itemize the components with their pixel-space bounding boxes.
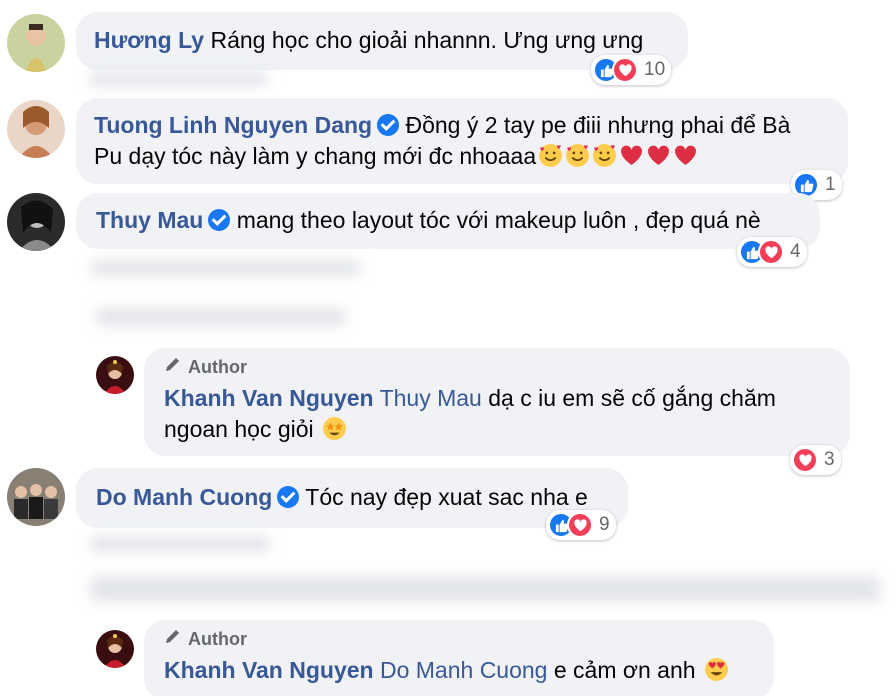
- avatar[interactable]: [7, 193, 65, 251]
- comment-text: mang theo layout tóc với makeup luôn , đ…: [236, 207, 761, 233]
- comment-author[interactable]: Do Manh Cuong: [96, 484, 272, 510]
- avatar[interactable]: [96, 630, 134, 668]
- smiling-face-with-hearts-icon: [538, 143, 563, 168]
- comment-author[interactable]: Thuy Mau: [96, 207, 203, 233]
- love-icon: [567, 512, 593, 538]
- pencil-icon: [164, 355, 182, 379]
- heart-eyes-icon: [704, 657, 729, 682]
- author-badge: Author: [164, 355, 830, 379]
- comment-text: ngoan học giỏi: [164, 416, 314, 442]
- comment-text: Ráng học cho gioải nhannn. Ưng ưng ưng: [210, 27, 644, 53]
- comment-author[interactable]: Khanh Van Nguyen: [164, 385, 374, 411]
- avatar[interactable]: [7, 468, 65, 526]
- comment-bubble: Thuy Mau mang theo layout tóc với makeup…: [76, 193, 820, 249]
- comment-author[interactable]: Tuong Linh Nguyen Dang: [94, 112, 372, 138]
- comment-author[interactable]: Khanh Van Nguyen: [164, 657, 374, 683]
- view-replies-link: [96, 308, 346, 326]
- love-icon: [758, 239, 784, 265]
- mention-link[interactable]: Do Manh Cuong: [380, 657, 548, 683]
- love-icon: [792, 447, 818, 473]
- reaction-count: 9: [599, 514, 610, 535]
- red-heart-icon: [646, 143, 671, 168]
- verified-badge-icon: [208, 209, 231, 231]
- verified-badge-icon: [277, 486, 300, 508]
- reply-bubble: Author Khanh Van Nguyen Do Manh Cuong e …: [144, 620, 774, 696]
- comment-author[interactable]: Hương Ly: [94, 27, 204, 53]
- author-badge: Author: [164, 627, 754, 651]
- hidden-comment: [90, 576, 880, 602]
- comment-text: dạ c iu em sẽ cố gắng chăm: [488, 385, 776, 411]
- reply-bubble: Author Khanh Van Nguyen Thuy Mau dạ c iu…: [144, 348, 850, 456]
- comment-bubble: Tuong Linh Nguyen Dang Đồng ý 2 tay pe đ…: [76, 98, 848, 184]
- red-heart-icon: [673, 143, 698, 168]
- avatar[interactable]: [7, 14, 65, 72]
- smiling-face-with-hearts-icon: [565, 143, 590, 168]
- comment-text: Pu dạy tóc này làm y chang mới đc nhoaaa: [94, 143, 537, 169]
- reaction-count: 4: [790, 241, 801, 262]
- avatar[interactable]: [7, 100, 65, 158]
- love-icon: [612, 57, 638, 83]
- comment-text: e cảm ơn anh: [553, 657, 696, 683]
- red-heart-icon: [619, 143, 644, 168]
- reaction-summary[interactable]: 3: [790, 445, 841, 475]
- pencil-icon: [164, 627, 182, 651]
- star-struck-icon: [322, 416, 347, 441]
- comment-actions: [88, 72, 268, 86]
- comment-actions: [90, 260, 360, 276]
- comment-text: Đồng ý 2 tay pe điii nhưng phai để Bà: [405, 112, 791, 138]
- comment-actions: [90, 536, 270, 552]
- comment-bubble: Do Manh Cuong Tóc nay đẹp xuat sac nha e: [76, 468, 628, 528]
- reaction-summary[interactable]: 10: [591, 55, 672, 85]
- verified-badge-icon: [377, 114, 400, 136]
- comment-text: Tóc nay đẹp xuat sac nha e: [305, 484, 588, 510]
- reaction-summary[interactable]: 4: [737, 237, 807, 267]
- mention-link[interactable]: Thuy Mau: [380, 385, 482, 411]
- reaction-summary[interactable]: 9: [546, 510, 616, 540]
- smiling-face-with-hearts-icon: [592, 143, 617, 168]
- reaction-count: 1: [825, 174, 836, 195]
- reaction-count: 3: [824, 449, 835, 470]
- reaction-count: 10: [644, 59, 666, 80]
- avatar[interactable]: [96, 356, 134, 394]
